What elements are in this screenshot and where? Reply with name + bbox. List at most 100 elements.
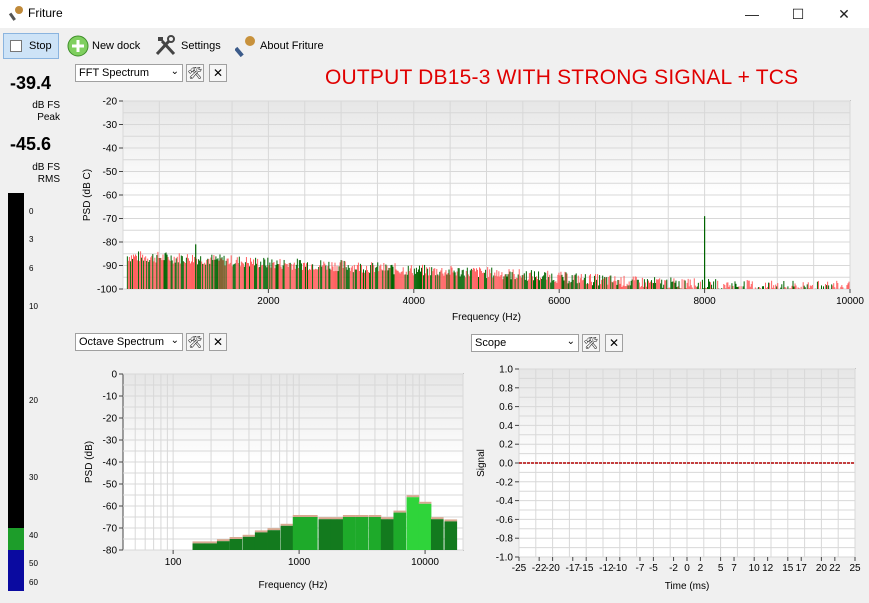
octave-xtick-label: 10000 xyxy=(411,557,439,568)
octave-peak-hold xyxy=(368,515,382,517)
octave-peak-hold xyxy=(393,510,407,513)
octave-ytick-label: -20 xyxy=(103,414,118,425)
octave-peak-hold xyxy=(430,517,444,520)
fft-yaxis-label: PSD (dB C) xyxy=(82,169,93,221)
scope-ytick-label: -0.2 xyxy=(496,477,514,488)
octave-bar xyxy=(444,521,458,550)
scope-ytick-label: 0.0 xyxy=(499,459,513,470)
scope-yaxis-label: Signal xyxy=(476,449,487,477)
scope-xtick-label: 12 xyxy=(762,563,774,574)
fft-ytick-label: -90 xyxy=(103,261,118,272)
scope-ytick-label: 0.8 xyxy=(499,383,513,394)
octave-bar xyxy=(406,497,420,550)
octave-xtick-label: 100 xyxy=(165,557,182,568)
scope-xtick-label: -25 xyxy=(512,563,527,574)
scope-ytick-label: 0.6 xyxy=(499,402,513,413)
scope-ytick-label: -0.4 xyxy=(496,496,514,507)
octave-bar xyxy=(330,519,344,550)
scope-xtick-label: 25 xyxy=(849,563,861,574)
fft-xtick-label: 10000 xyxy=(836,296,864,307)
octave-bar xyxy=(267,530,281,550)
octave-peak-hold xyxy=(229,537,243,539)
octave-bar xyxy=(242,536,256,550)
fft-xaxis-label: Frequency (Hz) xyxy=(452,312,521,323)
octave-peak-hold xyxy=(254,530,268,533)
octave-peak-hold xyxy=(355,515,369,517)
octave-ytick-label: 0 xyxy=(111,370,117,381)
octave-bar xyxy=(393,512,407,550)
octave-peak-hold xyxy=(342,515,356,517)
octave-peak-hold xyxy=(192,541,206,544)
scope-xtick-label: -20 xyxy=(545,563,560,574)
octave-ytick-label: -10 xyxy=(103,392,118,403)
octave-bar xyxy=(204,543,218,550)
octave-bar xyxy=(368,517,382,550)
octave-bar xyxy=(229,539,243,550)
scope-xtick-label: 17 xyxy=(796,563,808,574)
fft-ytick-label: -40 xyxy=(103,144,118,155)
scope-xtick-label: 20 xyxy=(816,563,828,574)
octave-bar xyxy=(292,517,306,550)
fft-ytick-label: -30 xyxy=(103,120,118,131)
octave-bar xyxy=(304,517,318,550)
fft-spectrum-chart: -20-30-40-50-60-70-80-90-1002000 4000 6000… xyxy=(82,97,864,593)
octave-peak-hold xyxy=(330,517,344,520)
octave-ytick-label: -50 xyxy=(103,480,118,491)
octave-ytick-label: -80 xyxy=(103,546,118,557)
scope-xtick-label: 22 xyxy=(829,563,841,574)
octave-xaxis-label: Frequency (Hz) xyxy=(259,580,328,591)
octave-bar xyxy=(418,503,432,550)
scope-ytick-label: -0.8 xyxy=(496,534,514,545)
scope-xtick-label: -7 xyxy=(636,563,645,574)
octave-xtick-label: 1000 xyxy=(288,557,311,568)
octave-peak-hold xyxy=(304,515,318,517)
octave-peak-hold xyxy=(216,539,230,542)
octave-peak-hold xyxy=(318,517,332,520)
octave-bar xyxy=(355,517,369,550)
octave-bar xyxy=(318,519,332,550)
octave-ytick-label: -70 xyxy=(103,524,118,535)
octave-ytick-label: -60 xyxy=(103,502,118,513)
fft-ytick-label: -20 xyxy=(103,97,118,108)
octave-ytick-label: -40 xyxy=(103,458,118,469)
octave-yaxis-label: PSD (dB) xyxy=(84,441,95,483)
octave-peak-hold xyxy=(267,528,281,531)
fft-xtick-label: 6000 xyxy=(548,296,571,307)
fft-ytick-label: -60 xyxy=(103,191,118,202)
octave-peak-hold xyxy=(242,534,256,537)
octave-peak-hold xyxy=(444,519,458,522)
scope-xtick-label: -15 xyxy=(579,563,594,574)
scope-ytick-label: 0.4 xyxy=(499,421,513,432)
octave-bar xyxy=(192,543,206,550)
scope-ytick-label: 1.0 xyxy=(499,365,513,376)
fft-ytick-label: -100 xyxy=(97,285,117,296)
octave-peak-hold xyxy=(204,541,218,544)
fft-xtick-label: 8000 xyxy=(693,296,716,307)
fft-xtick-label: 2000 xyxy=(257,296,280,307)
scope-xtick-label: 15 xyxy=(782,563,794,574)
scope-xtick-label: 0 xyxy=(684,563,690,574)
fft-xtick-label: 4000 xyxy=(403,296,426,307)
fft-ytick-label: -70 xyxy=(103,214,118,225)
scope-xtick-label: 10 xyxy=(749,563,761,574)
octave-peak-hold xyxy=(418,501,432,504)
octave-bar xyxy=(280,525,294,550)
scope-ytick-label: -1.0 xyxy=(496,553,514,564)
octave-peak-hold xyxy=(406,495,420,498)
octave-bar xyxy=(380,519,394,550)
scope-xtick-label: -5 xyxy=(649,563,658,574)
scope-xtick-label: -10 xyxy=(613,563,628,574)
scope-xtick-label: -2 xyxy=(669,563,678,574)
octave-peak-hold xyxy=(292,515,306,517)
fft-ytick-label: -80 xyxy=(103,238,118,249)
scope-xaxis-label: Time (ms) xyxy=(665,581,710,592)
octave-bar xyxy=(430,519,444,550)
octave-ytick-label: -30 xyxy=(103,436,118,447)
scope-ytick-label: 0.2 xyxy=(499,440,513,451)
scope-ytick-label: -0.6 xyxy=(496,515,514,526)
fft-ytick-label: -50 xyxy=(103,167,118,178)
octave-bar xyxy=(254,532,268,550)
scope-xtick-label: 2 xyxy=(698,563,704,574)
scope-xtick-label: 7 xyxy=(731,563,737,574)
octave-peak-hold xyxy=(380,517,394,520)
